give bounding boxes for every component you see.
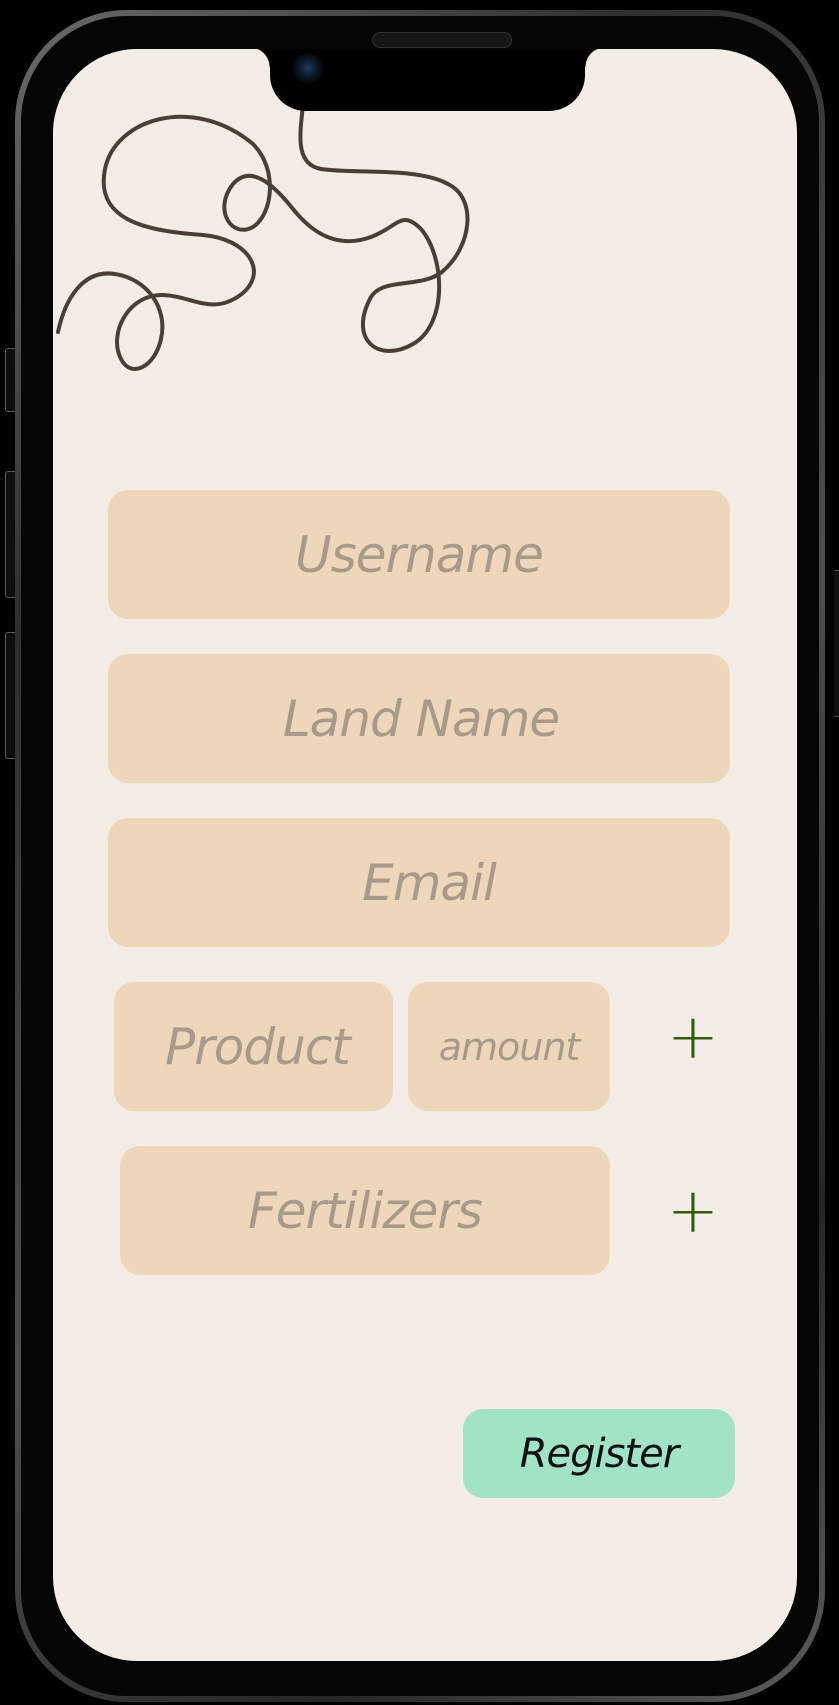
add-product-button[interactable]: + [663, 1000, 723, 1073]
add-fertilizer-button[interactable]: + [663, 1174, 723, 1247]
username-placeholder: Username [295, 525, 544, 584]
email-placeholder: Email [362, 853, 497, 912]
squiggle-decoration [56, 102, 470, 371]
amount-field[interactable]: amount [408, 982, 610, 1111]
camera-notch [250, 49, 605, 111]
app-screen: Username Land Name Email Product amount … [53, 49, 797, 1661]
register-button[interactable]: Register [463, 1409, 735, 1498]
mute-switch [5, 348, 15, 412]
volume-down-button [5, 632, 15, 759]
front-camera [293, 53, 323, 83]
username-field[interactable]: Username [108, 490, 730, 619]
product-placeholder: Product [165, 1017, 351, 1076]
amount-placeholder: amount [438, 1024, 581, 1069]
earpiece-speaker [372, 32, 512, 48]
land-name-field[interactable]: Land Name [108, 654, 730, 783]
register-label: Register [519, 1430, 679, 1477]
power-button [834, 570, 839, 717]
plus-icon: + [667, 1174, 719, 1247]
product-field[interactable]: Product [114, 982, 393, 1111]
fertilizers-field[interactable]: Fertilizers [120, 1146, 610, 1275]
volume-up-button [5, 471, 15, 598]
fertilizers-placeholder: Fertilizers [248, 1181, 483, 1240]
email-field[interactable]: Email [108, 818, 730, 947]
land-name-placeholder: Land Name [282, 689, 560, 748]
plus-icon: + [667, 1000, 719, 1073]
